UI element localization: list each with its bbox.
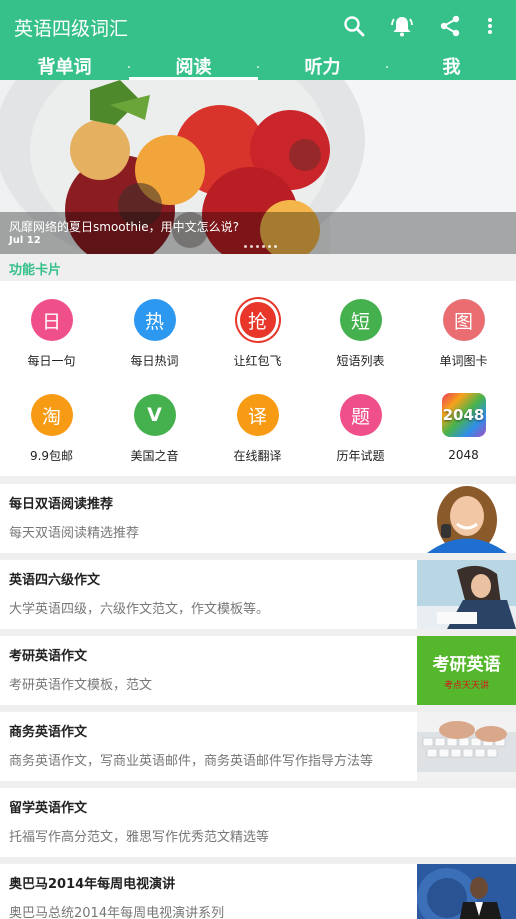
list-item-title: 英语四六级作文 <box>9 573 101 588</box>
banner-title: 风靡网络的夏日smoothie，用中文怎么说? <box>9 220 240 234</box>
game-2048-icon: 2048 <box>441 393 486 437</box>
daily-sentence-icon: 日 <box>30 299 73 341</box>
list-item-title: 奥巴马2014年每周电视演讲 <box>9 877 176 892</box>
app-title: 英语四级词汇 <box>14 18 129 40</box>
tab-bar: 背单词 阅读 听力 我 <box>0 56 516 80</box>
list-item[interactable]: 每日双语阅读推荐 每天双语阅读精选推荐 <box>0 484 516 553</box>
list-item[interactable]: 英语四六级作文 大学英语四级，六级作文范文，作文模板等。 <box>0 560 516 629</box>
tab-listening[interactable]: 听力 <box>258 56 387 80</box>
card-translate[interactable]: 译 在线翻译 <box>206 376 309 466</box>
card-taobao[interactable]: 淘 9.9包邮 <box>0 376 103 466</box>
tab-divider <box>386 66 388 68</box>
list-item-title: 考研英语作文 <box>9 649 88 664</box>
card-label: 单词图卡 <box>439 354 488 368</box>
carousel-dot <box>256 245 259 248</box>
card-hot-words[interactable]: 热 每日热词 <box>103 281 206 371</box>
red-envelope-icon: 抢 <box>236 299 279 341</box>
taobao-icon: 淘 <box>30 394 73 436</box>
share-icon[interactable] <box>436 10 464 42</box>
card-label: 历年试题 <box>336 449 385 463</box>
thumb-kaoyan-title: 考研英语 <box>432 655 501 675</box>
list-item[interactable]: 商务英语作文 商务英语作文，写商业英语邮件，商务英语邮件写作指导方法等 <box>0 712 516 781</box>
list-item-desc: 大学英语四级，六级作文范文，作文模板等。 <box>9 602 270 617</box>
list-item-desc: 考研英语作文模板，范文 <box>9 678 153 693</box>
hot-words-icon: 热 <box>133 299 176 341</box>
card-voa[interactable]: V 美国之音 <box>103 376 206 466</box>
past-exams-icon: 题 <box>339 394 382 436</box>
list-item[interactable]: 留学英语作文 托福写作高分范文，雅思写作优秀范文精选等 <box>0 788 516 857</box>
card-red-envelope[interactable]: 抢 让红包飞 <box>206 281 309 371</box>
carousel-dot <box>244 245 247 248</box>
voa-icon: V <box>133 394 176 436</box>
more-vert-icon[interactable] <box>476 10 504 42</box>
phrase-list-icon: 短 <box>339 299 382 341</box>
list-item-desc: 托福写作高分范文，雅思写作优秀范文精选等 <box>9 830 270 845</box>
thumbnail-keyboard <box>417 712 516 781</box>
tab-reading[interactable]: 阅读 <box>129 56 258 80</box>
thumbnail-woman-phone <box>417 484 516 553</box>
thumbnail-obama-speech <box>417 864 516 919</box>
thumb-kaoyan-sub: 考点天天讲 <box>443 681 489 691</box>
thumbnail-kaoyan: 考研英语 考点天天讲 <box>417 636 516 705</box>
card-2048[interactable]: 2048 2048 <box>412 376 515 466</box>
word-cards-icon: 图 <box>442 299 485 341</box>
card-label: 每日一句 <box>27 354 76 368</box>
banner-date: Jul 12 <box>9 235 41 246</box>
carousel-indicator <box>244 245 277 248</box>
list-item[interactable]: 奥巴马2014年每周电视演讲 奥巴马总统2014年每周电视演讲系列 <box>0 864 516 919</box>
thumbnail-student-writing <box>417 560 516 629</box>
translate-icon: 译 <box>236 394 279 436</box>
card-past-exams[interactable]: 题 历年试题 <box>309 376 412 466</box>
tab-divider <box>257 66 259 68</box>
list-item-title: 商务英语作文 <box>9 725 88 740</box>
carousel-dot <box>262 245 265 248</box>
carousel-dot <box>274 245 277 248</box>
card-label: 在线翻译 <box>233 449 282 463</box>
carousel-dot <box>268 245 271 248</box>
card-label: 每日热词 <box>130 354 179 368</box>
list-item-title: 留学英语作文 <box>9 801 88 816</box>
app-bar: 英语四级词汇 背单词 阅读 听力 我 <box>0 0 516 80</box>
card-label: 2048 <box>448 448 479 462</box>
card-label: 9.9包邮 <box>29 449 74 463</box>
card-label: 美国之音 <box>130 449 179 463</box>
game-2048-text: 2048 <box>442 406 485 424</box>
list-item[interactable]: 考研英语作文 考研英语作文模板，范文 考研英语 考点天天讲 <box>0 636 516 705</box>
list-item-title: 每日双语阅读推荐 <box>9 497 114 512</box>
tab-divider <box>128 66 130 68</box>
banner-carousel[interactable]: 风靡网络的夏日smoothie，用中文怎么说? Jul 12 <box>0 80 516 254</box>
tab-words[interactable]: 背单词 <box>0 56 129 80</box>
tab-me[interactable]: 我 <box>387 56 516 80</box>
banner-caption: 风靡网络的夏日smoothie，用中文怎么说? Jul 12 <box>0 212 516 254</box>
search-icon[interactable] <box>340 10 368 42</box>
card-daily-sentence[interactable]: 日 每日一句 <box>0 281 103 371</box>
section-title: 功能卡片 <box>9 263 62 278</box>
list-item-desc: 每天双语阅读精选推荐 <box>9 526 140 541</box>
list-item-desc: 商务英语作文，写商业英语邮件，商务英语邮件写作指导方法等 <box>9 754 374 769</box>
card-label: 短语列表 <box>336 354 385 368</box>
card-phrase-list[interactable]: 短 短语列表 <box>309 281 412 371</box>
carousel-dot <box>250 245 253 248</box>
alarm-icon[interactable] <box>388 10 416 42</box>
card-label: 让红包飞 <box>233 354 282 368</box>
card-word-cards[interactable]: 图 单词图卡 <box>412 281 515 371</box>
feature-grid: 日 每日一句 热 每日热词 抢 让红包飞 短 短语列表 图 单词图卡 淘 9.9… <box>0 281 516 476</box>
list-item-desc: 奥巴马总统2014年每周电视演讲系列 <box>9 906 225 919</box>
